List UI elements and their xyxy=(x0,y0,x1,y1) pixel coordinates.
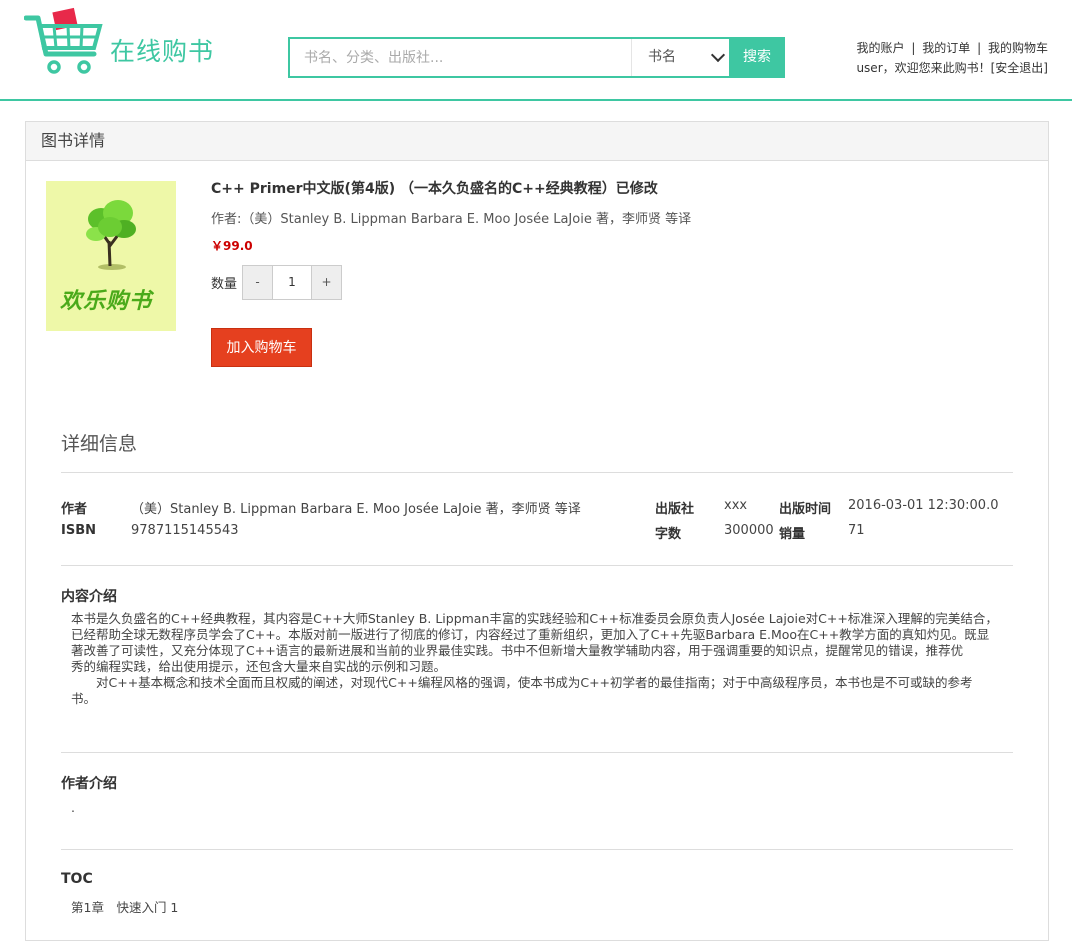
search-button[interactable]: 搜索 xyxy=(729,37,785,78)
intro-line: 书。 xyxy=(71,691,97,706)
isbn-label: ISBN xyxy=(61,523,96,538)
quantity-stepper: - 1 + xyxy=(242,265,342,300)
link-separator: | xyxy=(911,41,916,55)
my-account-link[interactable]: 我的账户 xyxy=(857,41,905,55)
divider xyxy=(61,849,1013,850)
intro-line: 秀的编程实践，给出使用提示，还包含大量来自实战的示例和习题。 xyxy=(71,659,447,674)
divider xyxy=(61,752,1013,753)
author-intro-title: 作者介绍 xyxy=(61,776,117,792)
book-author: 作者:（美）Stanley B. Lippman Barbara E. Moo … xyxy=(211,212,692,227)
site-header: 在线购书 书名 搜索 我的账户 | 我的订单 | 我的购物车 user，欢迎您来… xyxy=(0,0,1072,101)
panel-title: 图书详情 xyxy=(26,122,1048,161)
book-price: ￥99.0 xyxy=(211,239,253,253)
pubtime-label: 出版时间 xyxy=(779,502,832,517)
search-category-value: 书名 xyxy=(648,49,676,65)
shopping-cart-icon xyxy=(24,7,103,74)
chevron-down-icon xyxy=(710,47,726,63)
search-category-select[interactable]: 书名 xyxy=(631,39,729,76)
my-cart-link[interactable]: 我的购物车 xyxy=(988,41,1048,55)
cover-text: 欢乐购书 xyxy=(60,288,153,314)
link-separator: | xyxy=(977,41,982,55)
intro-title: 内容介绍 xyxy=(61,589,117,605)
publisher-value: xxx xyxy=(724,498,748,513)
word-count-value: 300000 xyxy=(724,523,774,538)
my-orders-link[interactable]: 我的订单 xyxy=(922,41,970,55)
author-intro-text: . xyxy=(71,800,75,815)
quantity-increase-button[interactable]: + xyxy=(312,266,341,299)
book-title: C++ Primer中文版(第4版) （一本久负盛名的C++经典教程）已修改 xyxy=(211,181,658,197)
publisher-label: 出版社 xyxy=(655,502,695,517)
details-heading: 详细信息 xyxy=(61,433,138,455)
add-to-cart-button[interactable]: 加入购物车 xyxy=(211,328,312,367)
divider xyxy=(61,565,1013,566)
quantity-input[interactable]: 1 xyxy=(272,266,312,299)
search-input[interactable] xyxy=(290,39,630,76)
book-detail-panel: 图书详情 欢乐购书 C++ Primer中文版(第4版) （一本久负盛名的C++… xyxy=(25,121,1049,941)
toc-title: TOC xyxy=(61,871,93,887)
quantity-label: 数量 xyxy=(211,277,238,292)
intro-line: 对C++基本概念和技术全面而且权威的阐述，对现代C++编程风格的强调，使本书成为… xyxy=(96,675,973,690)
book-cover-image: 欢乐购书 xyxy=(46,181,176,331)
intro-line: 本书是久负盛名的C++经典教程，其内容是C++大师Stanley B. Lipp… xyxy=(71,611,998,626)
pubtime-value: 2016-03-01 12:30:00.0 xyxy=(848,498,999,513)
isbn-value: 9787115145543 xyxy=(131,523,239,538)
user-links: 我的账户 | 我的订单 | 我的购物车 user，欢迎您来此购书！[安全退出] xyxy=(856,38,1048,78)
sales-value: 71 xyxy=(848,523,865,538)
word-count-label: 字数 xyxy=(655,527,682,542)
quantity-decrease-button[interactable]: - xyxy=(243,266,272,299)
site-logo[interactable]: 在线购书 xyxy=(24,4,224,76)
author-label: 作者 xyxy=(61,502,88,517)
intro-text: 本书是久负盛名的C++经典教程，其内容是C++大师Stanley B. Lipp… xyxy=(61,611,1011,707)
intro-line: 已经帮助全球无数程序员学会了C++。本版对前一版进行了彻底的修订，内容经过了重新… xyxy=(71,627,990,642)
intro-line: 著改善了可读性，又充分体现了C++语言的最新进展和当前的业界最佳实践。书中不但新… xyxy=(71,643,964,658)
sales-label: 销量 xyxy=(779,527,806,542)
search-bar: 书名 搜索 xyxy=(288,37,785,78)
welcome-text[interactable]: user，欢迎您来此购书！[安全退出] xyxy=(856,58,1048,78)
logo-text: 在线购书 xyxy=(110,37,215,66)
toc-line: 第1章 快速入门 1 xyxy=(71,900,179,915)
divider xyxy=(61,472,1013,473)
author-value: （美）Stanley B. Lippman Barbara E. Moo Jos… xyxy=(131,502,581,517)
